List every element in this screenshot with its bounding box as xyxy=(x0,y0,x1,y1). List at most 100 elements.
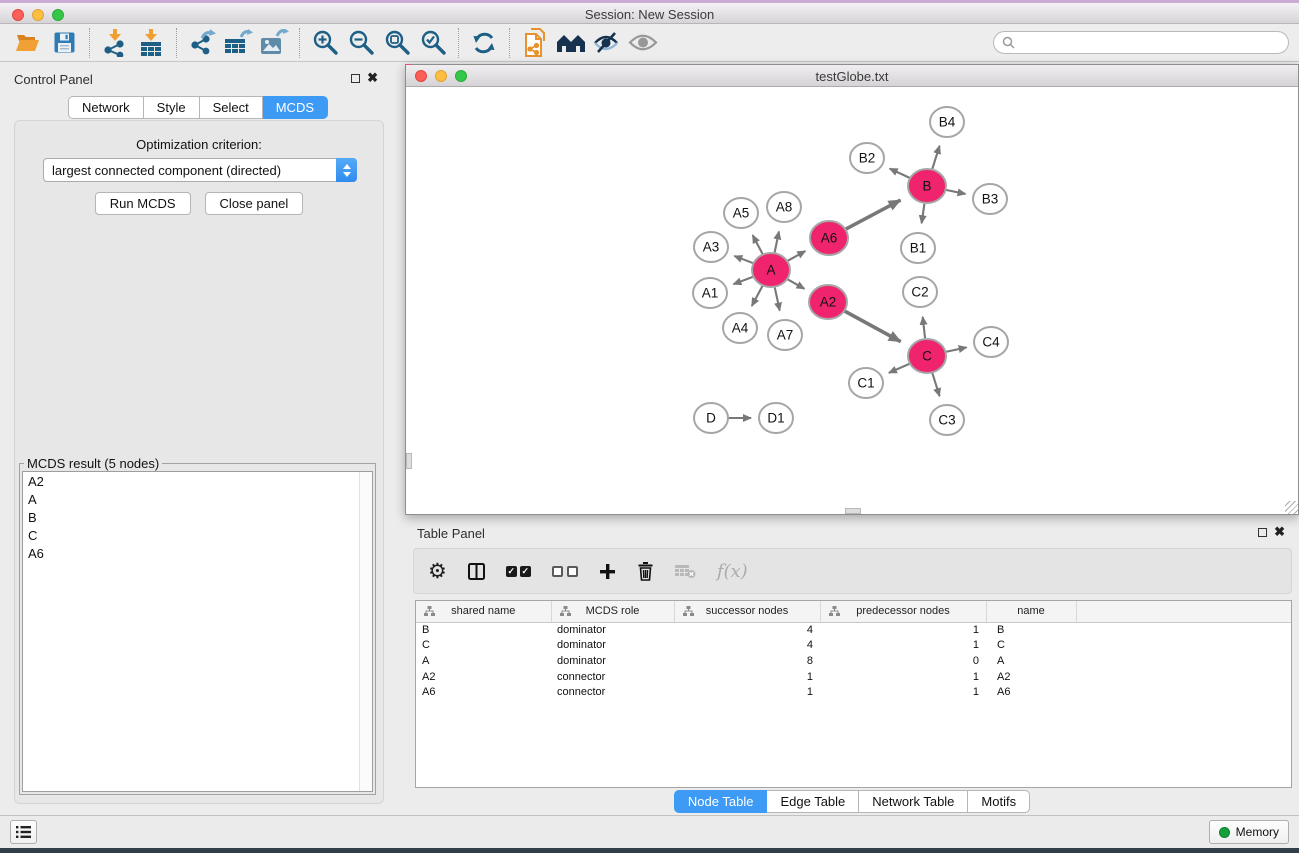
node-A3[interactable]: A3 xyxy=(694,232,728,262)
column-header-predecessor-nodes[interactable]: predecessor nodes xyxy=(820,601,986,622)
export-table-icon[interactable] xyxy=(220,27,256,59)
close-panel-button[interactable]: Close panel xyxy=(205,192,304,215)
zoom-out-icon[interactable] xyxy=(343,27,379,59)
edge-C-C4[interactable] xyxy=(945,347,967,352)
edge-A6-B[interactable] xyxy=(845,200,901,230)
tab-node-table[interactable]: Node Table xyxy=(674,790,768,813)
node-A7[interactable]: A7 xyxy=(768,320,802,350)
edge-B-B1[interactable] xyxy=(922,204,925,223)
node-table[interactable]: shared nameMCDS rolesuccessor nodesprede… xyxy=(415,600,1292,788)
network-canvas[interactable]: B4B2BB3A5A8A6B1A3AA1C2A2A4A7C4CC1C3DD1 xyxy=(406,87,1298,514)
column-header-name[interactable]: name xyxy=(986,601,1076,622)
table-row[interactable]: A6connector11A6 xyxy=(416,684,1291,700)
node-B3[interactable]: B3 xyxy=(973,184,1007,214)
search-input[interactable] xyxy=(993,31,1289,54)
table-settings-icon[interactable]: ⚙ xyxy=(428,561,447,582)
import-network-icon[interactable] xyxy=(97,27,133,59)
node-A5[interactable]: A5 xyxy=(724,198,758,228)
eye-icon[interactable] xyxy=(625,27,661,59)
zoom-in-icon[interactable] xyxy=(307,27,343,59)
memory-button[interactable]: Memory xyxy=(1209,820,1289,844)
new-network-from-selection-icon[interactable] xyxy=(517,27,553,59)
zoom-selected-icon[interactable] xyxy=(415,27,451,59)
close-panel-icon[interactable]: ✖ xyxy=(1274,524,1285,540)
table-row[interactable]: Bdominator41B xyxy=(416,622,1291,638)
close-panel-icon[interactable]: ✖ xyxy=(367,70,378,86)
criterion-select[interactable]: largest connected component (directed) xyxy=(43,158,357,182)
deselect-all-icon[interactable] xyxy=(552,566,578,577)
edge-B-B2[interactable] xyxy=(890,169,911,179)
column-header-successor-nodes[interactable]: successor nodes xyxy=(674,601,820,622)
node-C1[interactable]: C1 xyxy=(849,368,883,398)
edge-B-B3[interactable] xyxy=(945,190,966,194)
node-A6[interactable]: A6 xyxy=(810,221,848,255)
edge-A-A2[interactable] xyxy=(787,279,805,289)
edge-A-A3[interactable] xyxy=(734,256,754,264)
network-window-titlebar[interactable]: testGlobe.txt xyxy=(406,65,1298,87)
node-B[interactable]: B xyxy=(908,169,946,203)
hide-details-icon[interactable] xyxy=(589,27,625,59)
column-header-shared-name[interactable]: shared name xyxy=(416,601,551,622)
tab-network-table[interactable]: Network Table xyxy=(859,790,968,813)
edge-B-B4[interactable] xyxy=(932,146,939,169)
column-visibility-icon[interactable] xyxy=(468,563,485,580)
mcds-result-item[interactable]: A6 xyxy=(23,544,372,562)
edge-A-A8[interactable] xyxy=(775,231,779,252)
export-network-icon[interactable] xyxy=(184,27,220,59)
edge-C-C1[interactable] xyxy=(889,363,911,373)
node-C3[interactable]: C3 xyxy=(930,405,964,435)
table-row[interactable]: Cdominator41C xyxy=(416,638,1291,654)
home-icon[interactable] xyxy=(553,27,589,59)
result-list-scrollbar[interactable] xyxy=(359,472,372,791)
tab-mcds[interactable]: MCDS xyxy=(263,96,328,119)
vertical-scroll-thumb[interactable] xyxy=(406,453,412,469)
task-history-button[interactable] xyxy=(10,820,37,844)
delete-column-icon[interactable] xyxy=(637,562,654,581)
float-panel-icon[interactable] xyxy=(351,74,360,83)
edge-C-C2[interactable] xyxy=(923,317,925,338)
mcds-result-item[interactable]: A2 xyxy=(23,472,372,490)
mcds-result-item[interactable]: B xyxy=(23,508,372,526)
mcds-result-item[interactable]: C xyxy=(23,526,372,544)
open-session-icon[interactable] xyxy=(10,27,46,59)
resize-grip-icon[interactable] xyxy=(1285,501,1298,514)
export-image-icon[interactable] xyxy=(256,27,292,59)
node-A8[interactable]: A8 xyxy=(767,192,801,222)
edge-A-A1[interactable] xyxy=(733,276,754,284)
node-A4[interactable]: A4 xyxy=(723,313,757,343)
column-header-MCDS-role[interactable]: MCDS role xyxy=(551,601,674,622)
mcds-result-list[interactable]: A2ABCA6 xyxy=(22,471,373,792)
edge-A-A4[interactable] xyxy=(752,286,763,306)
node-D1[interactable]: D1 xyxy=(759,403,793,433)
tab-network[interactable]: Network xyxy=(68,96,144,119)
import-table-icon[interactable] xyxy=(133,27,169,59)
select-all-icon[interactable]: ✓✓ xyxy=(506,566,531,577)
node-C4[interactable]: C4 xyxy=(974,327,1008,357)
tab-select[interactable]: Select xyxy=(200,96,263,119)
float-panel-icon[interactable] xyxy=(1258,528,1267,537)
node-C[interactable]: C xyxy=(908,339,946,373)
table-row[interactable]: Adominator80A xyxy=(416,653,1291,669)
edge-A-A7[interactable] xyxy=(775,288,780,311)
horizontal-scroll-thumb[interactable] xyxy=(845,508,861,514)
node-B2[interactable]: B2 xyxy=(850,143,884,173)
edge-A-A5[interactable] xyxy=(753,235,763,254)
refresh-icon[interactable] xyxy=(466,27,502,59)
mcds-result-item[interactable]: A xyxy=(23,490,372,508)
tab-style[interactable]: Style xyxy=(144,96,200,119)
node-B1[interactable]: B1 xyxy=(901,233,935,263)
run-mcds-button[interactable]: Run MCDS xyxy=(95,192,191,215)
node-D[interactable]: D xyxy=(694,403,728,433)
table-row[interactable]: A2connector11A2 xyxy=(416,669,1291,685)
tab-motifs[interactable]: Motifs xyxy=(968,790,1030,813)
edge-A2-C[interactable] xyxy=(844,311,901,342)
node-A1[interactable]: A1 xyxy=(693,278,727,308)
edge-C-C3[interactable] xyxy=(932,373,939,396)
zoom-fit-icon[interactable] xyxy=(379,27,415,59)
add-column-icon[interactable] xyxy=(599,563,616,580)
node-C2[interactable]: C2 xyxy=(903,277,937,307)
node-B4[interactable]: B4 xyxy=(930,107,964,137)
node-A[interactable]: A xyxy=(752,253,790,287)
edge-A-A6[interactable] xyxy=(787,251,806,261)
save-session-icon[interactable] xyxy=(46,27,82,59)
